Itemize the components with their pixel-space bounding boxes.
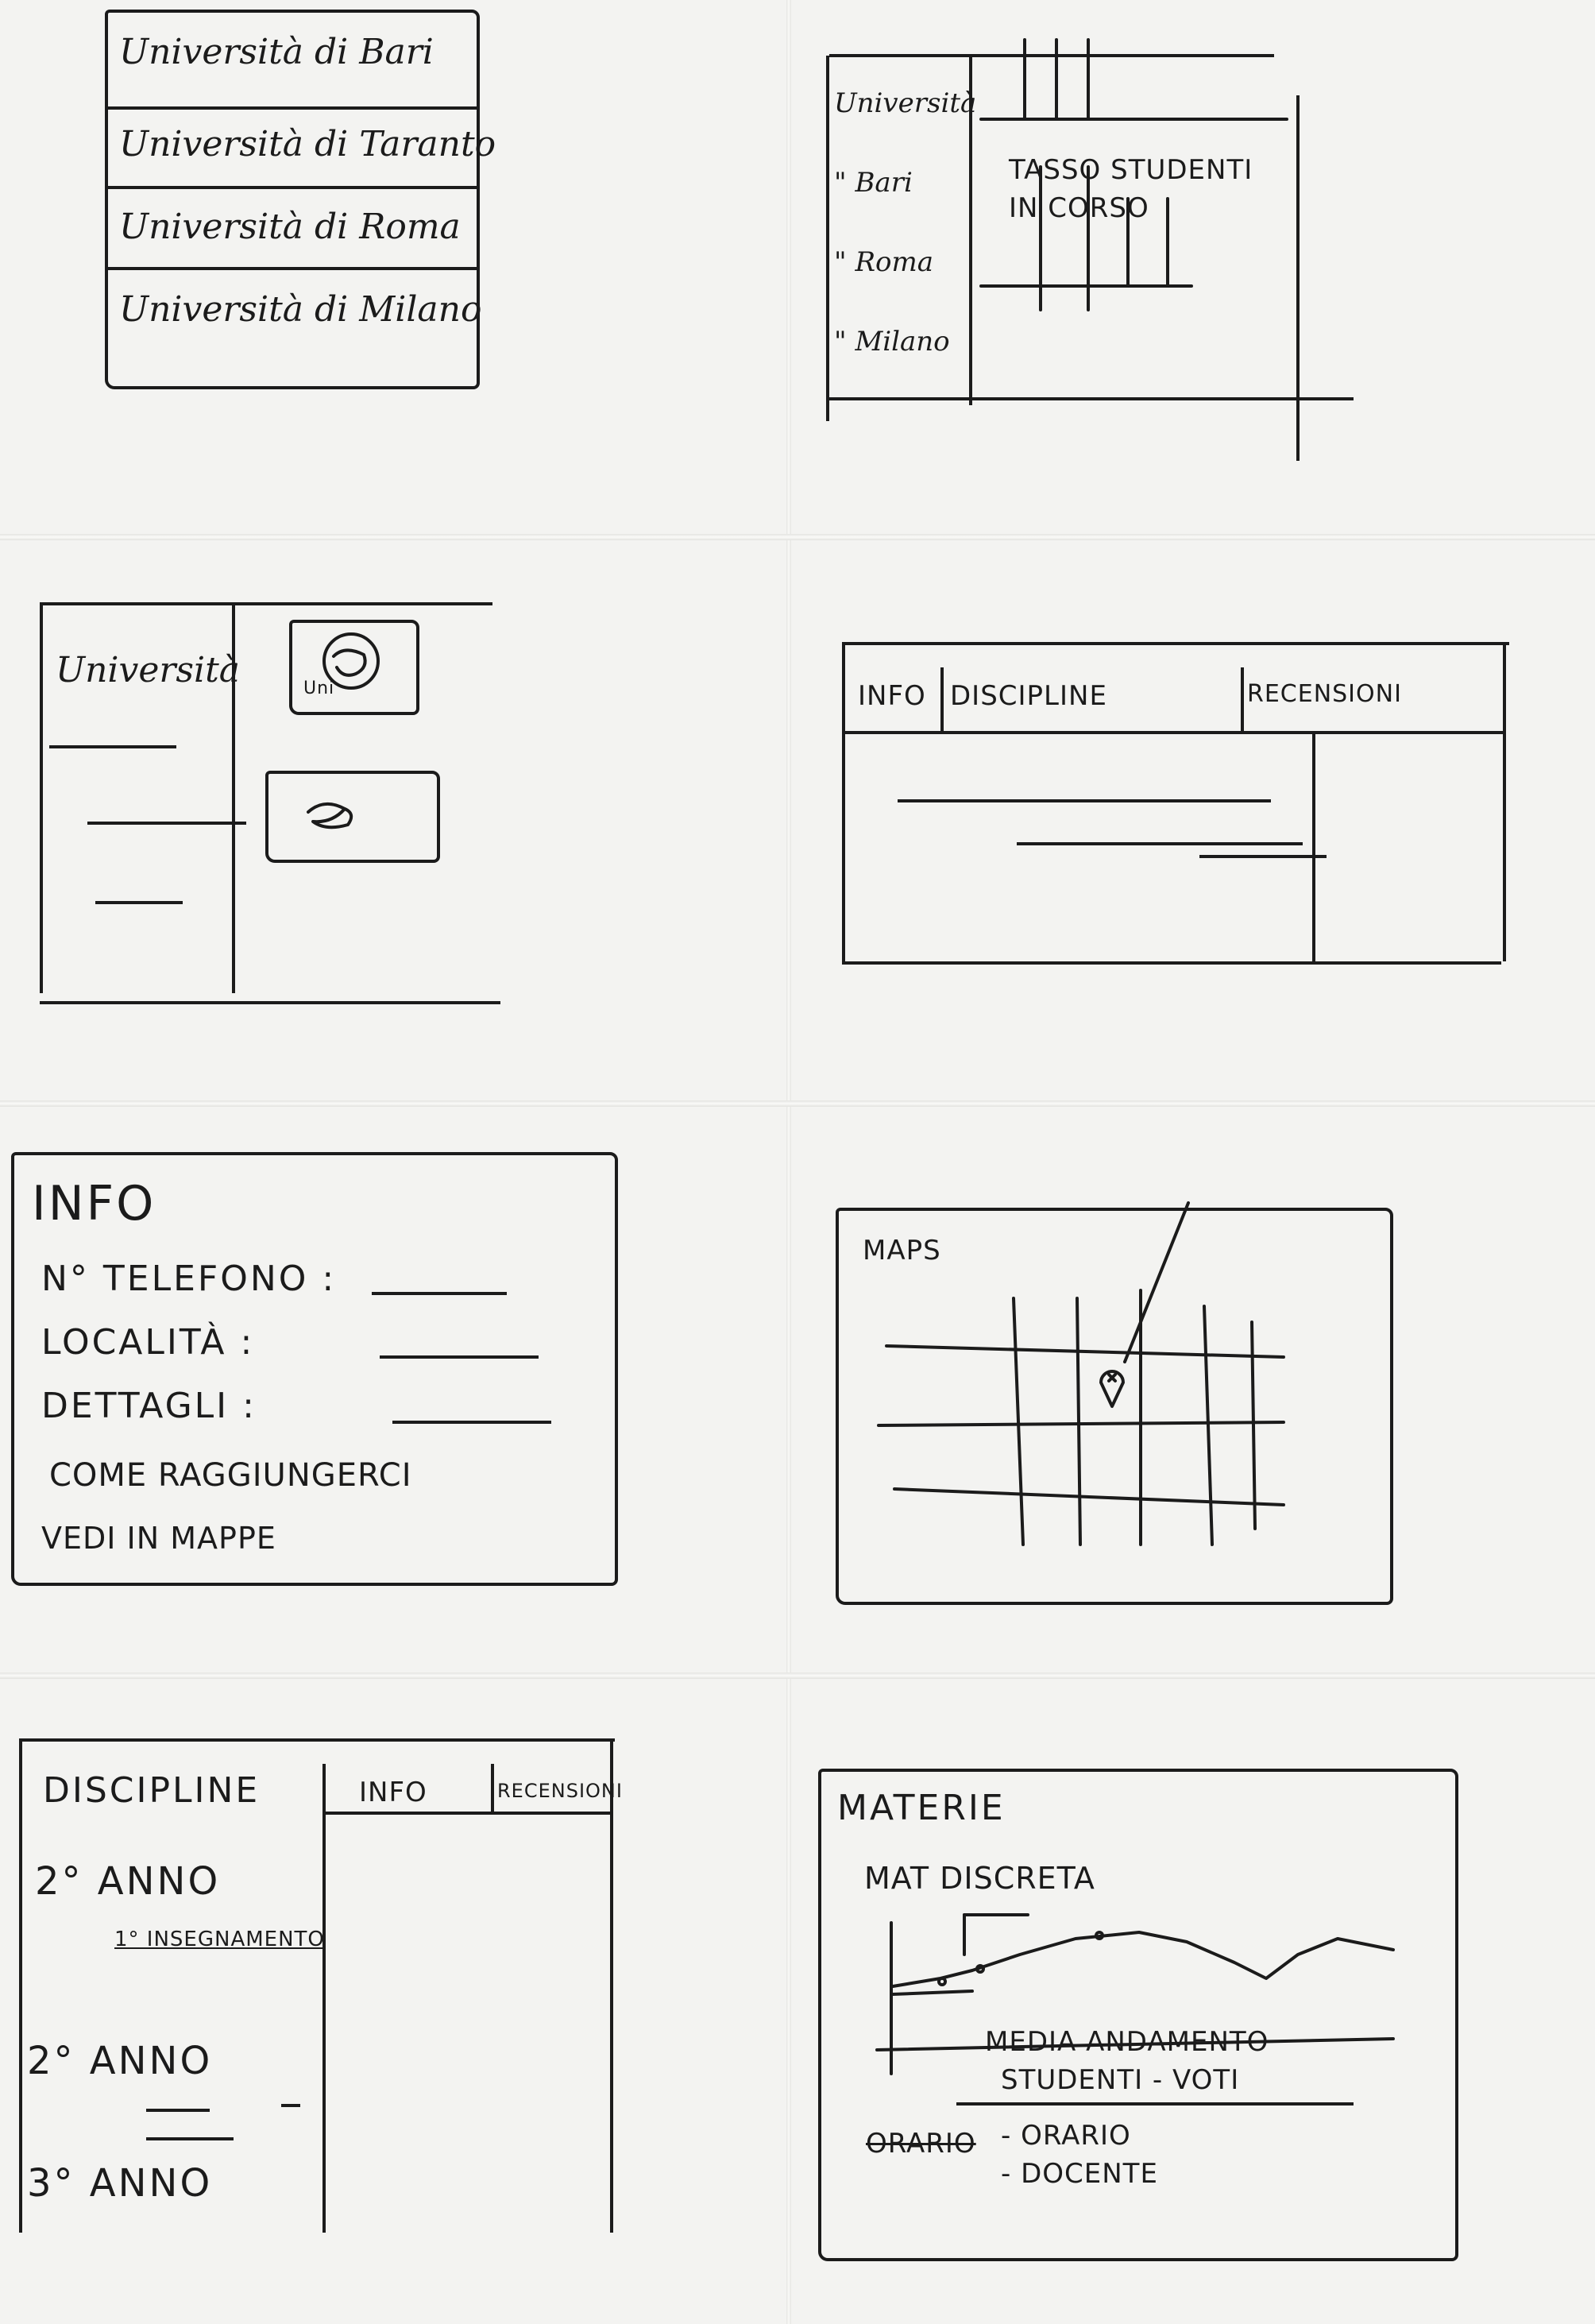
field-value-placeholder — [372, 1292, 507, 1295]
divider — [108, 267, 477, 270]
left-edge — [19, 1740, 22, 2233]
chart-caption: MEDIA ANDAMENTO — [985, 2026, 1269, 2058]
text-placeholder — [87, 822, 246, 825]
tab-bar-divider — [322, 1812, 610, 1815]
list-item-university[interactable]: Università di Taranto — [119, 124, 496, 164]
top-edge — [19, 1738, 615, 1742]
field-value-placeholder — [392, 1421, 551, 1424]
map-grid — [877, 1201, 1285, 1546]
text-placeholder — [49, 745, 176, 748]
right-edge — [610, 1740, 613, 2233]
text-placeholder — [95, 901, 183, 904]
text-placeholder — [1017, 842, 1303, 845]
chart-caption: STUDENTI - VOTI — [1001, 2064, 1240, 2096]
left-edge — [40, 604, 43, 993]
tab-discipline[interactable]: DISCIPLINE — [950, 680, 1107, 712]
text-placeholder — [146, 2109, 210, 2112]
year-heading[interactable]: 2° ANNO — [35, 1859, 220, 1904]
image-icon — [307, 802, 353, 829]
list-item-university[interactable]: Università di Milano — [119, 289, 481, 330]
page-title: MATERIE — [837, 1788, 1006, 1828]
panel-materie: MATERIE MAT DISCRETA MEDIA ANDAMENTO STU… — [818, 1769, 1458, 2261]
tab-recensioni[interactable]: RECENSIONI — [497, 1780, 623, 1802]
page-title: DISCIPLINE — [43, 1770, 261, 1811]
bottom-edge — [842, 961, 1501, 965]
divider — [108, 106, 477, 110]
field-label: LOCALITÀ : — [41, 1322, 255, 1363]
page-title: INFO — [32, 1176, 156, 1232]
text-placeholder — [898, 799, 1271, 802]
paper-fold-vertical — [786, 0, 791, 2324]
list-item-university[interactable]: Università di Roma — [119, 207, 461, 247]
field-label: DETTAGLI : — [41, 1386, 257, 1426]
map-pin-icon[interactable] — [1096, 1362, 1128, 1409]
scrollbar[interactable] — [1312, 731, 1315, 961]
column-divider — [322, 1764, 326, 2233]
list-item-university[interactable]: Università di Bari — [119, 32, 434, 72]
bottom-edge — [40, 1001, 500, 1004]
tab-separator — [491, 1764, 494, 1812]
top-edge — [842, 642, 1509, 645]
teacher-link[interactable]: - DOCENTE — [1001, 2158, 1158, 2190]
thumbnail-image[interactable] — [265, 771, 440, 863]
course-item[interactable]: 1° INSEGNAMENTO — [114, 1928, 325, 1951]
panel-info: INFO N° TELEFONO : LOCALITÀ : DETTAGLI :… — [11, 1152, 618, 1586]
panel-student-rate: Università " Bari " Roma " Milano TASSO … — [826, 24, 1366, 461]
left-edge — [842, 644, 845, 961]
panel-discipline: DISCIPLINE INFO RECENSIONI 2° ANNO 1° IN… — [11, 1732, 631, 2241]
text-placeholder — [1199, 855, 1327, 858]
panel-maps: MAPS — [836, 1201, 1393, 1605]
paper-fold-horizontal — [0, 1100, 1595, 1107]
page-title: Università — [56, 650, 240, 690]
paper-fold-horizontal — [0, 534, 1595, 540]
field-value-placeholder — [380, 1355, 539, 1359]
text-placeholder — [146, 2137, 234, 2140]
tab-separator — [940, 667, 944, 731]
text-placeholder — [281, 2104, 300, 2107]
panel-university-detail: Università Uni — [32, 596, 508, 1025]
right-edge — [1503, 644, 1506, 961]
year-heading[interactable]: 2° ANNO — [27, 2039, 212, 2083]
tab-info[interactable]: INFO — [858, 680, 926, 712]
tab-info[interactable]: INFO — [359, 1777, 427, 1808]
schedule-link[interactable]: - ORARIO — [1001, 2120, 1131, 2152]
thumbnail-image[interactable]: Uni — [289, 620, 419, 715]
thumbnail-caption: Uni — [303, 679, 335, 698]
top-edge — [40, 602, 492, 605]
divider — [956, 2102, 1354, 2106]
open-map-link[interactable]: VEDI IN MAPPE — [41, 1521, 276, 1556]
field-label: N° TELEFONO : — [41, 1259, 337, 1299]
paper-fold-horizontal — [0, 1672, 1595, 1679]
struck-label: ORARIO — [866, 2128, 976, 2160]
image-icon — [322, 632, 380, 690]
tab-separator — [1241, 667, 1244, 731]
bar-chart-sketch — [979, 38, 1288, 311]
panel-university-list: Università di Bari Università di Taranto… — [105, 10, 496, 389]
tab-bar-divider — [842, 731, 1503, 734]
tab-recensioni[interactable]: RECENSIONI — [1247, 680, 1402, 708]
chart-title: TASSO STUDENTI IN CORSO — [1009, 154, 1253, 224]
panel-tabs-view: INFO DISCIPLINE RECENSIONI — [826, 628, 1525, 977]
divider — [108, 186, 477, 189]
directions-link[interactable]: COME RAGGIUNGERCI — [49, 1457, 412, 1494]
year-heading[interactable]: 3° ANNO — [27, 2161, 212, 2206]
